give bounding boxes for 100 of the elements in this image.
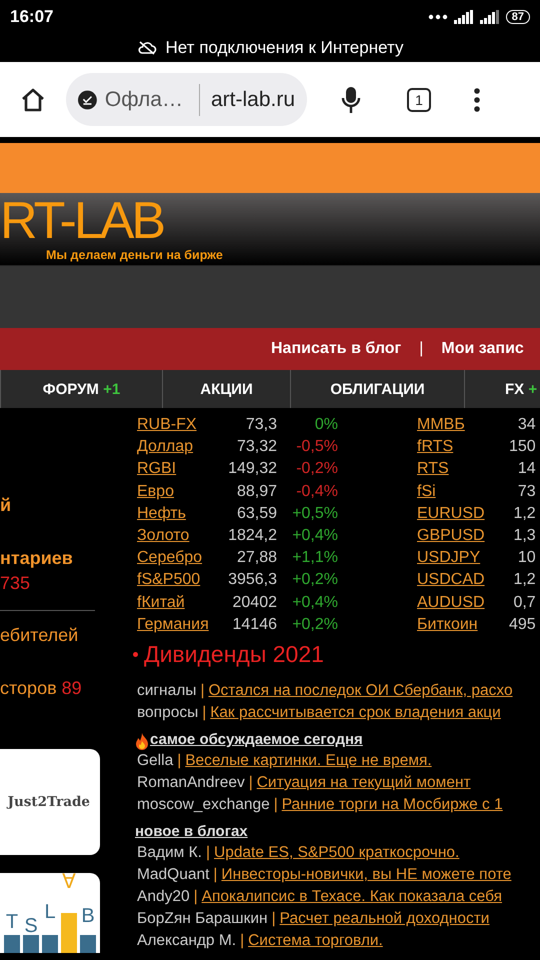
ticker-change: +0,5% (291, 504, 338, 524)
ticker-link[interactable]: ММВБ (417, 414, 509, 436)
ticker-price: 495 (509, 614, 536, 635)
ticker-price: 14 (516, 459, 536, 480)
home-icon[interactable] (20, 86, 46, 112)
post-link[interactable]: Веселые картинки. Еще не время. (185, 750, 432, 772)
sidebar-stat[interactable]: ебителей (0, 625, 78, 646)
ticker-link[interactable]: Доллар (137, 436, 221, 458)
post-link[interactable]: Система торговли. (248, 930, 383, 952)
ticker-link[interactable]: AUDUSD (417, 592, 509, 614)
battery-indicator: 87 (506, 10, 530, 24)
stat-count: 89 (62, 678, 82, 699)
ticker-link[interactable]: RGBI (137, 458, 221, 481)
ticker-change: +0,2% (291, 614, 338, 635)
site-logo[interactable]: RT-LAB (0, 198, 164, 244)
post-link[interactable]: Апокалипсис в Техасе. Как показала себя (202, 886, 502, 908)
separator: | (200, 681, 204, 702)
ticker-change: +0,2% (291, 570, 338, 590)
ticker-change: -0,4% (295, 482, 338, 502)
dots-icon (428, 14, 448, 20)
ticker-change: +0,4% (291, 592, 338, 613)
offline-label: Офла… (104, 88, 183, 112)
post-link[interactable]: Update ES, S&P500 краткосрочно. (214, 842, 460, 864)
nav-tab[interactable]: ОБЛИГАЦИИ (290, 370, 464, 408)
post-link[interactable]: Ранние торги на Мосбирже с 1 (282, 794, 503, 816)
tab-count-button[interactable]: 1 (407, 88, 431, 112)
section-heading-link[interactable]: самое обсуждаемое сегодня (150, 730, 363, 750)
ticker-price: 14146 (232, 614, 277, 635)
separator: | (202, 703, 206, 724)
post-link[interactable]: Инвесторы-новички, вы НЕ можете поте (221, 864, 512, 886)
ticker-price: 10 (516, 548, 536, 568)
ticker-change: +0,4% (291, 526, 338, 546)
ticker-price: 34 (516, 415, 536, 435)
post-author[interactable]: Вадим К. (137, 842, 202, 864)
ticker-link[interactable]: Золото (137, 525, 221, 548)
post-author[interactable]: сигналы (137, 680, 196, 702)
link-separator: | (419, 340, 424, 358)
menu-icon[interactable] (473, 88, 481, 112)
post-link[interactable]: Расчет реальной доходности (280, 908, 490, 930)
post-link[interactable]: Остался на последок ОИ Сбербанк, расхо (208, 680, 513, 702)
ticker-price: 1,3 (512, 526, 536, 546)
nav-tab[interactable]: АКЦИИ (162, 370, 290, 408)
ticker-link[interactable]: Биткоин (417, 614, 509, 636)
ticker-link[interactable]: fRTS (417, 436, 509, 458)
blog-link[interactable]: Мои запис (441, 340, 524, 358)
nav-tab[interactable]: FX + (464, 370, 540, 408)
ticker-price: 27,88 (236, 548, 277, 568)
ticker-link[interactable]: GBPUSD (417, 525, 509, 548)
logo-banner[interactable]: T S L ∀ B (0, 873, 100, 953)
separator: | (272, 909, 276, 930)
status-time: 16:07 (10, 6, 54, 26)
post-author[interactable]: Gella (137, 750, 174, 772)
post-author[interactable]: MadQuant (137, 864, 210, 886)
ticker-link[interactable]: Серебро (137, 547, 221, 570)
site-tagline: Мы делаем деньги на бирже (46, 248, 223, 263)
post-author[interactable]: moscow_exchange (137, 794, 270, 816)
ticker-link[interactable]: RTS (417, 458, 509, 481)
sidebar-heading[interactable]: нтариев (0, 548, 120, 569)
ticker-link[interactable]: Евро (137, 480, 221, 503)
post-author[interactable]: Andy20 (137, 886, 190, 908)
post-link[interactable]: Как рассчитывается срок владения акци (210, 702, 501, 724)
nav-tab[interactable]: ФОРУМ +1 (0, 370, 162, 408)
ticker-link[interactable]: USDCAD (417, 569, 509, 592)
ticker-link[interactable]: fSi (417, 480, 509, 503)
blog-link[interactable]: Написать в блог (271, 340, 402, 358)
ticker-link[interactable]: USDJPY (417, 547, 509, 570)
ticker-price: 20402 (232, 592, 277, 613)
ticker-change: -0,2% (295, 459, 338, 480)
section-heading-link[interactable]: новое в блогах (135, 822, 248, 842)
ticker-change: 0% (314, 415, 338, 435)
ticker-price: 149,32 (227, 459, 277, 480)
ticker-link[interactable]: fS&P500 (137, 569, 221, 592)
post-author[interactable]: Александр М. (137, 930, 236, 952)
ad-banner[interactable]: Just2Trade (0, 749, 100, 855)
ticker-price: 3956,3 (227, 570, 277, 590)
post-author[interactable]: вопросы (137, 702, 198, 724)
ticker-change: +1,1% (291, 548, 338, 568)
ticker-link[interactable]: Нефть (137, 502, 221, 526)
ticker-change: -0,5% (295, 437, 338, 458)
sidebar-heading[interactable]: й (0, 495, 120, 516)
sidebar-stat[interactable]: сторов (0, 678, 57, 699)
ticker-link[interactable]: fКитай (137, 592, 221, 614)
ticker-price: 73,32 (236, 437, 277, 458)
separator: | (248, 773, 253, 794)
post-link[interactable]: Ситуация на текущий момент (256, 772, 471, 794)
post-author[interactable]: RomanAndreev (137, 772, 245, 794)
microphone-icon[interactable] (341, 86, 361, 114)
url-text: art-lab.ru (210, 88, 295, 112)
ticker-link[interactable]: Германия (137, 614, 221, 636)
dividends-link[interactable]: Дивиденды 2021 (144, 641, 324, 668)
separator: | (206, 843, 210, 864)
separator: | (177, 751, 182, 772)
address-bar[interactable]: Офла… art-lab.ru (66, 73, 307, 126)
ticker-link[interactable]: EURUSD (417, 502, 509, 526)
offline-message: Нет подключения к Интернету (166, 38, 404, 58)
post-author[interactable]: БорZян Барашкин (137, 908, 268, 930)
signal-icon (480, 10, 500, 24)
separator: | (274, 795, 278, 816)
signal-icon (454, 10, 474, 24)
ticker-link[interactable]: RUB-FX (137, 414, 221, 436)
